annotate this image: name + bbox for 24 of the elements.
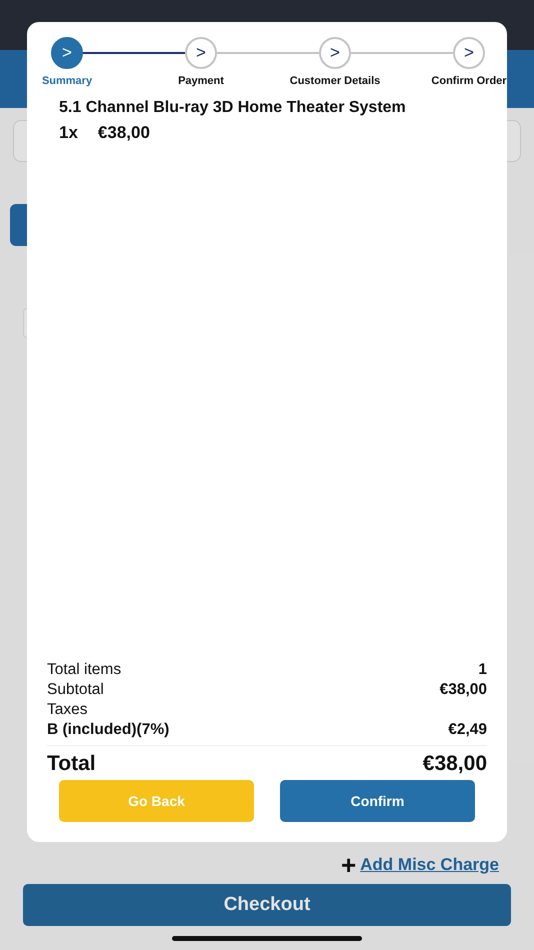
step-label: Customer Details [290, 75, 380, 87]
plus-icon: + [340, 852, 356, 878]
step-label: Confirm Order [431, 75, 507, 87]
summary-value: 1 [478, 660, 487, 680]
summary-label: Total items [47, 660, 122, 680]
summary-label: B (included)(7%) [47, 720, 170, 740]
step-icon[interactable]: > [453, 37, 485, 69]
step-icon[interactable]: > [319, 37, 351, 69]
total-value: €38,00 [422, 752, 487, 776]
product-name: 5.1 Channel Blu-ray 3D Home Theater System [59, 99, 407, 117]
summary-value: €2,49 [448, 720, 487, 740]
checkout-button[interactable]: Checkout [23, 884, 511, 926]
step-label: Summary [42, 75, 92, 87]
step-label: Payment [178, 75, 224, 87]
summary-label: Subtotal [47, 680, 104, 700]
quantity: 1x [59, 123, 78, 143]
step-icon[interactable]: > [51, 37, 83, 69]
price: €38,00 [98, 123, 150, 143]
total-label: Total [47, 752, 96, 776]
summary-label: Taxes [47, 700, 88, 720]
summary-value: €38,00 [440, 680, 487, 700]
step-icon[interactable]: > [185, 37, 217, 69]
confirm-button[interactable]: Confirm [280, 780, 475, 822]
add-misc-charge-link[interactable]: Add Misc Charge [360, 855, 499, 875]
